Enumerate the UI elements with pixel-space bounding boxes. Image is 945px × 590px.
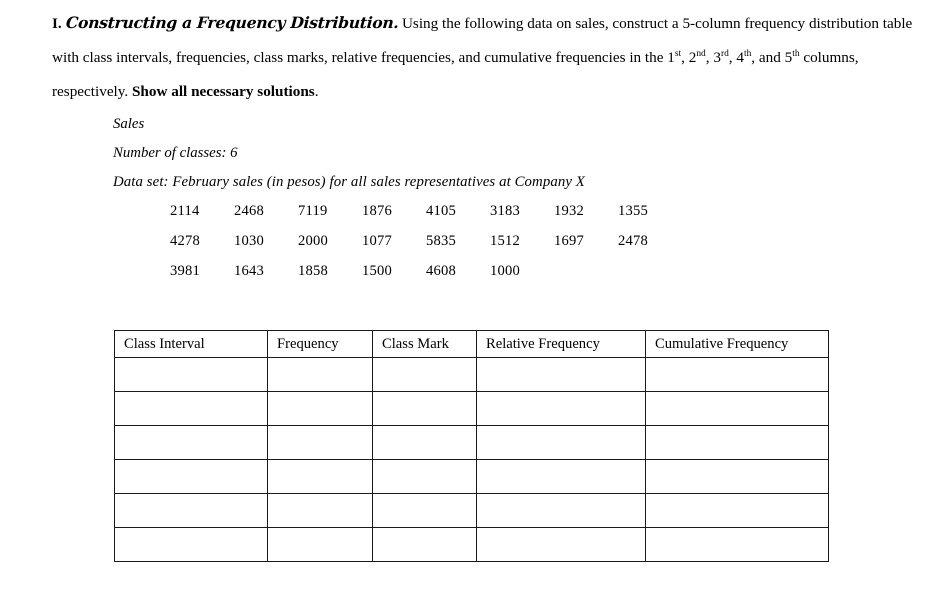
problem-metadata: Sales Number of classes: 6 Data set: Feb… <box>113 110 585 197</box>
ordinal-5: 5th <box>784 48 800 66</box>
column-header-relative-frequency: Relative Frequency <box>476 330 646 358</box>
ordinal-suffix-5: th <box>792 48 800 59</box>
data-value: 2114 <box>170 203 200 219</box>
column-header-frequency: Frequency <box>267 330 373 358</box>
cell-frequency[interactable] <box>267 493 373 528</box>
column-header-cumulative-frequency: Cumulative Frequency <box>645 330 829 358</box>
ordinal-4: 4th <box>736 48 752 66</box>
cell-class-interval[interactable] <box>114 459 268 494</box>
problem-statement: I. Constructing a Frequency Distribution… <box>52 6 914 109</box>
cell-relative-frequency[interactable] <box>476 493 646 528</box>
data-value: 5835 <box>426 233 456 249</box>
cell-class-mark[interactable] <box>372 527 477 562</box>
cell-cumulative-frequency[interactable] <box>645 459 829 494</box>
table-row <box>114 357 829 392</box>
cell-class-interval[interactable] <box>114 391 268 426</box>
table-header-row: Class Interval Frequency Class Mark Rela… <box>114 330 829 358</box>
number-of-classes-line: Number of classes: 6 <box>113 139 585 168</box>
document-page: I. Constructing a Frequency Distribution… <box>0 0 945 590</box>
table-row <box>114 391 829 426</box>
number-of-classes-value: 6 <box>230 145 238 161</box>
data-row: 2114 2468 7119 1876 4105 3183 1932 1355 <box>170 196 682 226</box>
data-value: 1643 <box>234 263 264 279</box>
data-value: 1030 <box>234 233 264 249</box>
problem-body-part-3: . <box>314 83 319 100</box>
cell-frequency[interactable] <box>267 459 373 494</box>
data-value: 1876 <box>362 203 392 219</box>
frequency-distribution-table: Class Interval Frequency Class Mark Rela… <box>114 330 829 562</box>
ordinal-suffix-1: st <box>674 48 682 59</box>
ordinal-1: 1st <box>667 48 682 66</box>
problem-numeral: I. <box>52 15 62 32</box>
data-value: 2478 <box>618 233 648 249</box>
cell-cumulative-frequency[interactable] <box>645 391 829 426</box>
table-row <box>114 493 829 528</box>
data-value: 1697 <box>554 233 584 249</box>
cell-cumulative-frequency[interactable] <box>645 527 829 562</box>
cell-class-interval[interactable] <box>114 527 268 562</box>
cell-class-mark[interactable] <box>372 357 477 392</box>
cell-relative-frequency[interactable] <box>476 527 646 562</box>
data-value: 4105 <box>426 203 456 219</box>
cell-relative-frequency[interactable] <box>476 425 646 460</box>
data-row: 3981 1643 1858 1500 4608 1000 <box>170 256 682 286</box>
column-header-class-interval: Class Interval <box>114 330 268 358</box>
cell-frequency[interactable] <box>267 425 373 460</box>
ordinal-3: 3rd <box>713 48 729 66</box>
problem-text: I. Constructing a Frequency Distribution… <box>52 6 914 109</box>
frequency-distribution-table-wrapper: Class Interval Frequency Class Mark Rela… <box>114 330 829 562</box>
number-of-classes-label: Number of classes: <box>113 145 227 161</box>
problem-title: Constructing a Frequency Distribution. <box>64 13 399 32</box>
data-set-line: Data set: February sales (in pesos) for … <box>113 168 585 197</box>
data-value: 2468 <box>234 203 264 219</box>
ordinal-suffix-4: th <box>743 48 752 59</box>
data-value: 1512 <box>490 233 520 249</box>
cell-relative-frequency[interactable] <box>476 391 646 426</box>
data-set-values: 2114 2468 7119 1876 4105 3183 1932 1355 4278 103… <box>170 196 682 286</box>
column-header-class-mark: Class Mark <box>372 330 477 358</box>
data-value: 1355 <box>618 203 648 219</box>
cell-frequency[interactable] <box>267 357 373 392</box>
sales-label: Sales <box>113 116 145 132</box>
cell-class-mark[interactable] <box>372 493 477 528</box>
table-row <box>114 459 829 494</box>
data-value: 1858 <box>298 263 328 279</box>
cell-frequency[interactable] <box>267 391 373 426</box>
ordinal-suffix-3: rd <box>720 48 729 59</box>
cell-relative-frequency[interactable] <box>476 357 646 392</box>
cell-cumulative-frequency[interactable] <box>645 357 829 392</box>
data-value: 1500 <box>362 263 392 279</box>
table-row <box>114 425 829 460</box>
data-value: 1077 <box>362 233 392 249</box>
data-value: 1000 <box>490 263 520 279</box>
cell-class-mark[interactable] <box>372 459 477 494</box>
cell-class-interval[interactable] <box>114 493 268 528</box>
cell-class-interval[interactable] <box>114 357 268 392</box>
cell-class-mark[interactable] <box>372 391 477 426</box>
data-value: 7119 <box>298 203 328 219</box>
data-value: 1932 <box>554 203 584 219</box>
data-value: 4278 <box>170 233 200 249</box>
data-set-description: February sales (in pesos) for all sales … <box>172 174 585 190</box>
problem-emphasis: Show all necessary solutions <box>131 83 315 100</box>
cell-cumulative-frequency[interactable] <box>645 493 829 528</box>
data-value: 4608 <box>426 263 456 279</box>
data-row: 4278 1030 2000 1077 5835 1512 1697 2478 <box>170 226 682 256</box>
cell-cumulative-frequency[interactable] <box>645 425 829 460</box>
data-set-label: Data set: <box>113 174 169 190</box>
cell-class-mark[interactable] <box>372 425 477 460</box>
data-value: 3183 <box>490 203 520 219</box>
cell-class-interval[interactable] <box>114 425 268 460</box>
cell-frequency[interactable] <box>267 527 373 562</box>
data-value: 3981 <box>170 263 200 279</box>
ordinal-suffix-2: nd <box>696 48 706 59</box>
ordinal-2: 2nd <box>688 48 706 66</box>
cell-relative-frequency[interactable] <box>476 459 646 494</box>
table-row <box>114 527 829 562</box>
data-value: 2000 <box>298 233 328 249</box>
